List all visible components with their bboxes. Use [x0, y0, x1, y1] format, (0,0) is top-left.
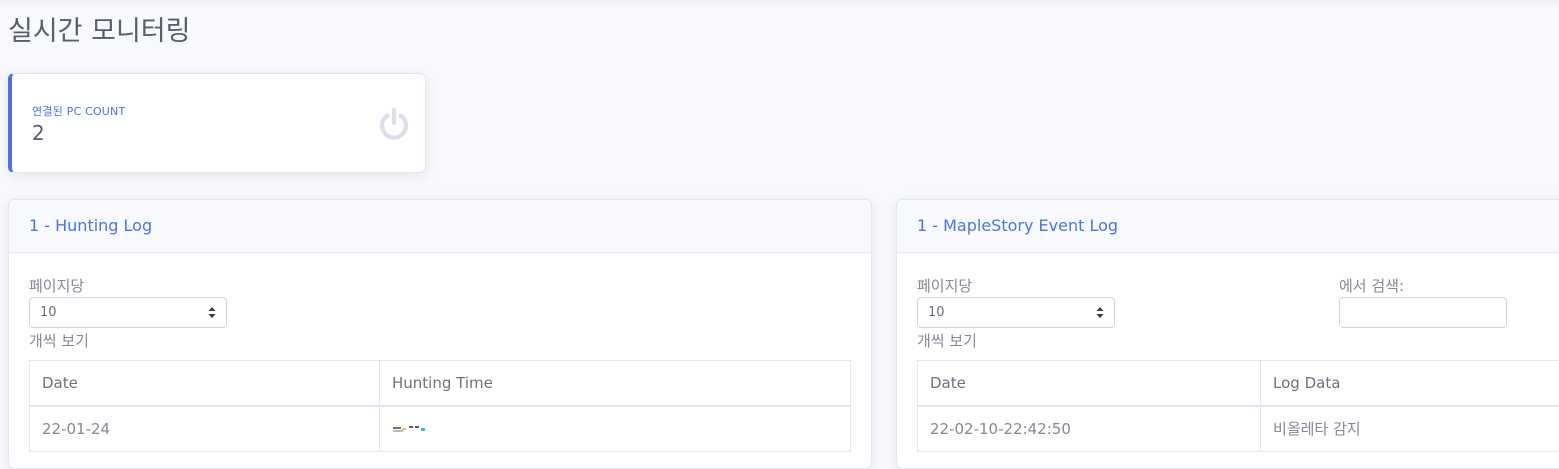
topbar-shadow: [0, 0, 1559, 6]
hunting-length-suffix: 개씩 보기: [29, 330, 89, 351]
column-header-log-data[interactable]: Log Data: [1261, 361, 1559, 406]
column-header-date[interactable]: Date: [30, 361, 380, 406]
power-icon: [376, 106, 412, 142]
hunting-length-label: 페이지당: [29, 275, 84, 296]
select-arrows-icon: [208, 306, 216, 319]
hunting-time-glyph-icon: [392, 424, 432, 434]
table-row: 22-01-24: [30, 406, 851, 452]
event-length-suffix: 개씩 보기: [917, 330, 977, 351]
stat-value: 2: [32, 121, 45, 145]
cell-date: 22-02-10-22:42:50: [918, 406, 1261, 452]
connected-pc-count-card: 연결된 PC COUNT 2: [8, 73, 426, 173]
table-row: 22-02-10-22:42:50 비올레타 감지: [918, 406, 1559, 452]
cell-date: 22-01-24: [30, 406, 380, 452]
search-label: 에서 검색:: [1339, 275, 1404, 296]
event-log-card: 1 - MapleStory Event Log 페이지당 10 개씩 보기 에…: [896, 199, 1559, 469]
event-page-length-value: 10: [928, 305, 945, 320]
stat-label: 연결된 PC COUNT: [32, 103, 125, 119]
event-log-table: Date Log Data 22-02-10-22:42:50 비올레타 감지: [917, 360, 1559, 452]
page-title: 실시간 모니터링: [8, 14, 190, 50]
hunting-log-card: 1 - Hunting Log 페이지당 10 개씩 보기 Date Hunti…: [8, 199, 872, 469]
cell-log-data: 비올레타 감지: [1261, 406, 1559, 452]
table-header-row: Date Hunting Time: [30, 361, 851, 406]
search-input[interactable]: [1339, 297, 1507, 328]
select-arrows-icon: [1096, 306, 1104, 319]
column-header-hunting-time[interactable]: Hunting Time: [380, 361, 851, 406]
hunting-page-length-select[interactable]: 10: [29, 297, 227, 328]
event-page-length-select[interactable]: 10: [917, 297, 1115, 328]
hunting-log-table: Date Hunting Time 22-01-24: [29, 360, 851, 452]
table-header-row: Date Log Data: [918, 361, 1559, 406]
event-log-title: 1 - MapleStory Event Log: [897, 200, 1559, 253]
column-header-date[interactable]: Date: [918, 361, 1261, 406]
hunting-page-length-value: 10: [40, 305, 57, 320]
hunting-log-title: 1 - Hunting Log: [9, 200, 871, 253]
event-length-label: 페이지당: [917, 275, 972, 296]
cell-hunting-time: [380, 406, 851, 452]
